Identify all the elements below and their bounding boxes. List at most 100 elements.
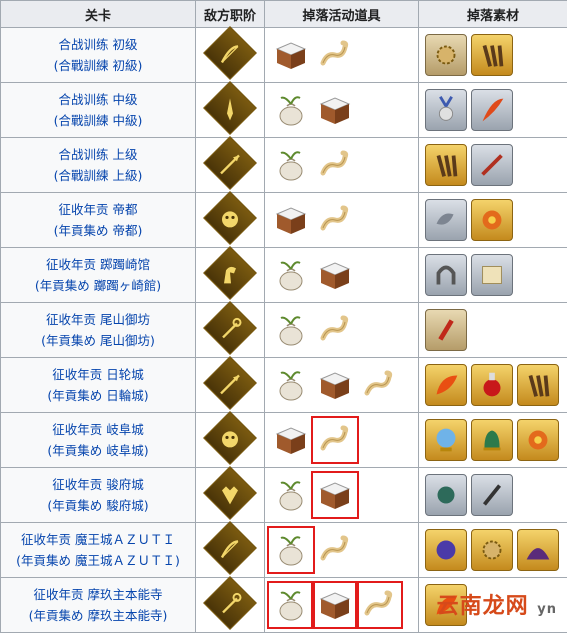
rope-icon[interactable] [315, 200, 355, 240]
archer-class-icon[interactable] [203, 26, 257, 80]
dust-material-icon[interactable] [517, 529, 559, 571]
caster-class-icon[interactable] [203, 576, 257, 630]
claw-material-icon[interactable] [425, 144, 467, 186]
blossom-material-icon[interactable] [471, 199, 513, 241]
rope-icon[interactable] [359, 365, 399, 405]
stage-name-jp-link[interactable]: (年貢集め 日輪城) [1, 385, 195, 406]
materials-cell [419, 193, 567, 248]
sack-icon[interactable] [271, 530, 311, 570]
box-icon[interactable] [315, 255, 355, 295]
stage-name-link[interactable]: 合战训练 中级 [1, 89, 195, 110]
stage-name-link[interactable]: 合战训练 初级 [1, 34, 195, 55]
stage-name-jp-link[interactable]: (年貢集め 摩玖主本能寺) [1, 605, 195, 626]
stage-cell: 征收年贡 魔王城ＡＺＵＴＩ(年貢集め 魔王城ＡＺＵＴＩ) [1, 523, 196, 578]
drop-table: 关卡 敌方职阶 掉落活动道具 掉落素材 合战训练 初级(合戰訓練 初級)合战训练… [0, 0, 567, 633]
box-icon[interactable] [271, 200, 311, 240]
rider-class-icon[interactable] [203, 246, 257, 300]
box-icon[interactable] [271, 420, 311, 460]
sack-icon[interactable] [271, 475, 311, 515]
claw-material-icon[interactable] [517, 364, 559, 406]
stage-name-link[interactable]: 征收年贡 踯躅崎馆 [1, 254, 195, 275]
assassin-class-icon[interactable] [203, 466, 257, 520]
bell-material-icon[interactable] [471, 419, 513, 461]
rope-icon[interactable] [315, 145, 355, 185]
sack-icon[interactable] [271, 255, 311, 295]
berserker-class-icon[interactable] [203, 191, 257, 245]
phoenix-feather-material-icon[interactable] [425, 364, 467, 406]
sack-icon[interactable] [271, 145, 311, 185]
bone-material-icon[interactable] [471, 144, 513, 186]
stage-name-jp-link[interactable]: (年貢集め 躑躅ヶ崎館) [1, 275, 195, 296]
box-icon[interactable] [315, 585, 355, 625]
stage-name-jp-link[interactable]: (合戰訓練 中級) [1, 110, 195, 131]
box-icon[interactable] [315, 475, 355, 515]
materials-cell [419, 358, 567, 413]
stage-name-link[interactable]: 征收年贡 骏府城 [1, 474, 195, 495]
rope-icon[interactable] [315, 35, 355, 75]
stage-cell: 征收年贡 踯躅崎馆(年貢集め 躑躅ヶ崎館) [1, 248, 196, 303]
rope-icon[interactable] [359, 585, 399, 625]
class-cell [196, 138, 265, 193]
stage-name-link[interactable]: 征收年贡 摩玖主本能寺 [1, 584, 195, 605]
rope-icon[interactable] [315, 310, 355, 350]
gear-material-icon[interactable] [425, 34, 467, 76]
table-body: 合战训练 初级(合戰訓練 初級)合战训练 中级(合戰訓練 中級)合战训练 上级(… [1, 28, 567, 633]
heart-gem-material-icon[interactable] [425, 529, 467, 571]
box-icon[interactable] [315, 365, 355, 405]
header-class: 敌方职阶 [196, 1, 265, 28]
horseshoe-material-icon[interactable] [425, 254, 467, 296]
flask-material-icon[interactable] [471, 364, 513, 406]
stage-name-link[interactable]: 征收年贡 尾山御坊 [1, 309, 195, 330]
feather-material-icon[interactable] [471, 89, 513, 131]
saber-class-icon[interactable] [203, 81, 257, 135]
stage-name-link[interactable]: 征收年贡 帝都 [1, 199, 195, 220]
stage-name-jp-link[interactable]: (合戰訓練 初級) [1, 55, 195, 76]
watermark-sub: yn [537, 602, 557, 617]
stage-name-jp-link[interactable]: (年貢集め 魔王城ＡＺＵＴＩ) [1, 550, 195, 571]
fang-material-icon[interactable] [425, 309, 467, 351]
event-drops-cell [265, 413, 419, 468]
crystal-ball-material-icon[interactable] [425, 419, 467, 461]
stage-name-jp-link[interactable]: (年貢集め 尾山御坊) [1, 330, 195, 351]
box-icon[interactable] [315, 90, 355, 130]
seed-material-icon[interactable] [425, 474, 467, 516]
caster-class-icon[interactable] [203, 301, 257, 355]
serpent-material-icon[interactable] [425, 199, 467, 241]
blossom-material-icon[interactable] [517, 419, 559, 461]
stage-name-link[interactable]: 合战训练 上级 [1, 144, 195, 165]
scroll-material-icon[interactable] [471, 254, 513, 296]
archer-class-icon[interactable] [203, 521, 257, 575]
sack-icon[interactable] [271, 90, 311, 130]
table-row: 征收年贡 日轮城(年貢集め 日輪城) [1, 358, 567, 413]
lancer-class-icon[interactable] [203, 136, 257, 190]
table-row: 征收年贡 魔王城ＡＺＵＴＩ(年貢集め 魔王城ＡＺＵＴＩ) [1, 523, 567, 578]
box-icon[interactable] [271, 35, 311, 75]
berserker-class-icon[interactable] [203, 411, 257, 465]
rope-icon[interactable] [315, 530, 355, 570]
stage-name-jp-link[interactable]: (合戰訓練 上級) [1, 165, 195, 186]
gear-material-icon[interactable] [471, 529, 513, 571]
event-drops-cell [265, 28, 419, 83]
rope-icon[interactable] [315, 420, 355, 460]
sack-icon[interactable] [271, 585, 311, 625]
claw-material-icon[interactable] [471, 34, 513, 76]
stage-name-link[interactable]: 征收年贡 日轮城 [1, 364, 195, 385]
stage-cell: 征收年贡 日轮城(年貢集め 日輪城) [1, 358, 196, 413]
sack-icon[interactable] [271, 365, 311, 405]
class-cell [196, 468, 265, 523]
header-row: 关卡 敌方职阶 掉落活动道具 掉落素材 [1, 1, 567, 28]
lancer-class-icon[interactable] [203, 356, 257, 410]
class-cell [196, 193, 265, 248]
sack-icon[interactable] [271, 310, 311, 350]
stage-name-link[interactable]: 征收年贡 岐阜城 [1, 419, 195, 440]
nail-material-icon[interactable] [471, 474, 513, 516]
medal-material-icon[interactable] [425, 89, 467, 131]
class-cell [196, 83, 265, 138]
stage-name-jp-link[interactable]: (年貢集め 岐阜城) [1, 440, 195, 461]
stage-cell: 征收年贡 摩玖主本能寺(年貢集め 摩玖主本能寺) [1, 578, 196, 633]
event-drops-cell [265, 83, 419, 138]
stage-name-jp-link[interactable]: (年貢集め 駿府城) [1, 495, 195, 516]
stage-name-jp-link[interactable]: (年貢集め 帝都) [1, 220, 195, 241]
table-row: 合战训练 初级(合戰訓練 初級) [1, 28, 567, 83]
stage-name-link[interactable]: 征收年贡 魔王城ＡＺＵＴＩ [1, 529, 195, 550]
